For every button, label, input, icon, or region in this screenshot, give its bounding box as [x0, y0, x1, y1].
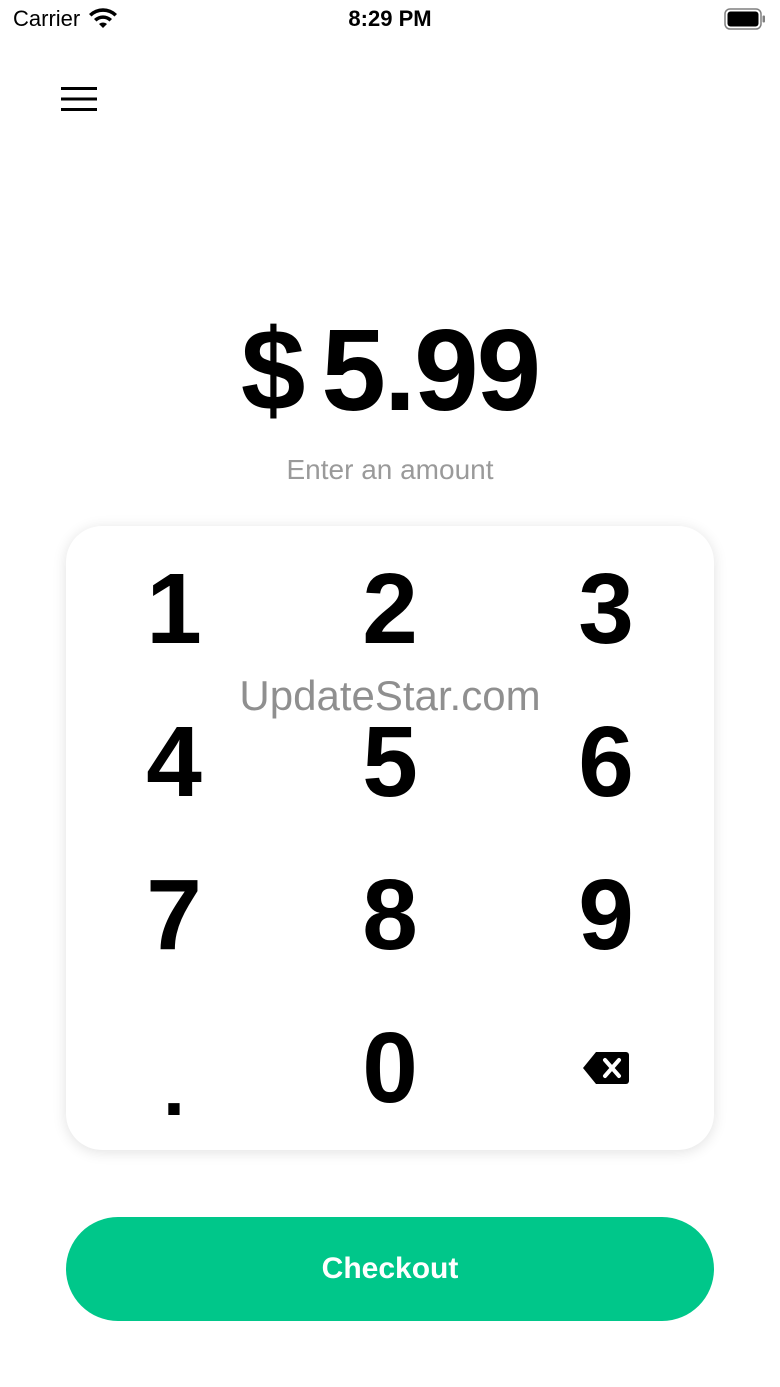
key-5[interactable]: 5 — [282, 685, 498, 838]
currency-symbol: $ — [240, 305, 306, 435]
hamburger-menu-icon — [61, 87, 97, 111]
menu-button[interactable] — [58, 82, 100, 116]
status-bar: Carrier 8:29 PM — [0, 0, 780, 40]
amount-display: $5.99 — [0, 300, 780, 440]
key-6[interactable]: 6 — [498, 685, 714, 838]
key-8[interactable]: 8 — [282, 838, 498, 991]
amount-value: 5.99 — [321, 305, 541, 435]
key-backspace[interactable] — [498, 991, 714, 1144]
key-1[interactable]: 1 — [66, 532, 282, 685]
key-decimal[interactable]: . — [66, 991, 282, 1144]
amount-hint: Enter an amount — [286, 454, 494, 485]
key-9[interactable]: 9 — [498, 838, 714, 991]
key-4[interactable]: 4 — [66, 685, 282, 838]
checkout-button[interactable]: Checkout — [66, 1217, 714, 1321]
key-7[interactable]: 7 — [66, 838, 282, 991]
backspace-icon — [583, 1051, 629, 1084]
keypad: 1 2 3 4 5 6 7 8 9 . 0 — [66, 526, 714, 1150]
battery-icon — [724, 8, 766, 30]
key-0[interactable]: 0 — [282, 991, 498, 1144]
status-time: 8:29 PM — [348, 6, 432, 31]
key-3[interactable]: 3 — [498, 532, 714, 685]
key-2[interactable]: 2 — [282, 532, 498, 685]
